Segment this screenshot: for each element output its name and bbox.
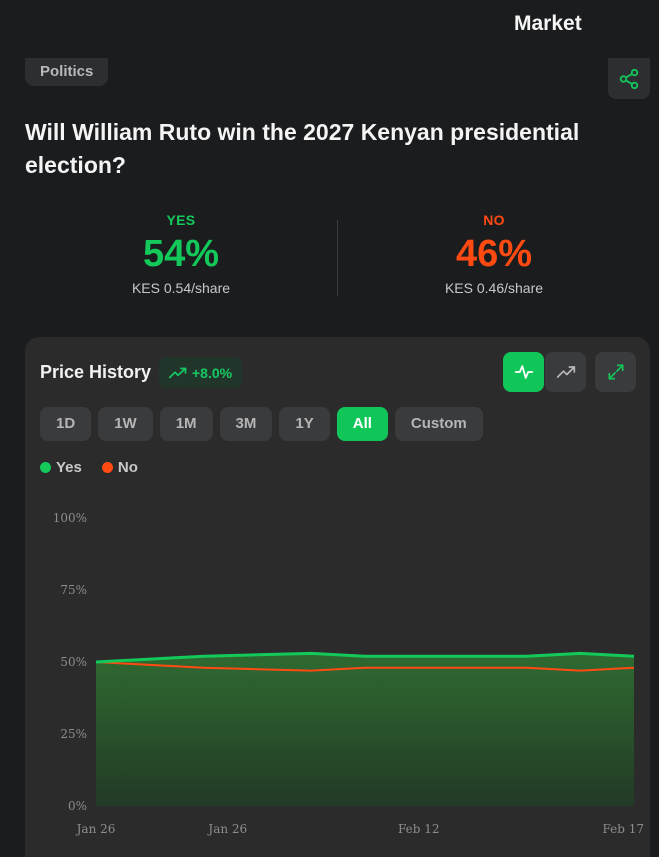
legend-yes-label: Yes	[56, 459, 82, 476]
page-title: Market	[514, 12, 582, 35]
share-button[interactable]	[608, 58, 650, 99]
category-tag[interactable]: Politics	[25, 58, 109, 86]
legend-no-label: No	[117, 459, 138, 476]
market-question: Will William Ruto win the 2027 Kenyan pr…	[25, 119, 580, 178]
price-history-card: 100% 75% 50% 25% 0% Jan 26 Jan 26 Feb 12 Feb 17 …	[25, 337, 650, 857]
y-tick-label: 100%	[53, 511, 87, 525]
price-history-title: Price History	[40, 362, 152, 382]
range-1d[interactable]: 1D	[40, 407, 92, 441]
y-tick-label: 25%	[60, 727, 87, 741]
range-1w[interactable]: 1W	[98, 407, 153, 441]
no-percent: 46%	[455, 233, 533, 275]
outcome-divider	[337, 220, 338, 296]
range-all[interactable]: All	[336, 407, 388, 441]
activity-view-button[interactable]	[503, 352, 544, 392]
yes-area	[96, 653, 634, 806]
y-tick-label: 75%	[60, 583, 87, 597]
change-value: +8.0%	[192, 364, 233, 381]
activity-icon	[514, 365, 533, 379]
yes-outcome[interactable]: YES 54% KES 0.54/share	[81, 212, 281, 296]
yes-percent: 54%	[142, 233, 220, 275]
x-tick-label: Feb 12	[398, 822, 440, 836]
trend-up-icon	[169, 367, 187, 378]
yes-label: YES	[166, 212, 196, 228]
no-price: KES 0.46/share	[444, 280, 544, 296]
x-tick-label: Jan 26	[75, 822, 116, 836]
expand-chart-button[interactable]	[595, 352, 636, 392]
line-view-button[interactable]	[545, 352, 586, 392]
legend-no-swatch	[101, 462, 113, 473]
range-1y[interactable]: 1Y	[279, 407, 330, 441]
expand-icon	[608, 364, 623, 380]
y-tick-label: 0%	[68, 799, 87, 813]
time-range-selector: 1D 1W 1M 3M 1Y All Custom	[40, 407, 483, 441]
x-tick-label: Jan 26	[206, 822, 247, 836]
line-chart-icon	[556, 366, 575, 378]
legend-yes-swatch	[40, 462, 51, 473]
share-icon	[619, 68, 639, 89]
range-3m[interactable]: 3M	[219, 407, 273, 441]
range-1m[interactable]: 1M	[159, 407, 213, 441]
legend-yes[interactable]: Yes	[40, 459, 82, 476]
change-badge: +8.0%	[159, 357, 243, 388]
chart-legend: Yes No	[40, 459, 138, 476]
x-tick-label: Feb 17	[602, 822, 644, 836]
no-outcome[interactable]: NO 46% KES 0.46/share	[394, 212, 594, 296]
y-tick-label: 50%	[60, 655, 87, 669]
legend-no[interactable]: No	[101, 459, 138, 476]
no-label: NO	[483, 212, 505, 228]
range-custom[interactable]: Custom	[394, 407, 483, 441]
yes-price: KES 0.54/share	[131, 280, 231, 296]
top-bar: Market	[0, 0, 659, 52]
